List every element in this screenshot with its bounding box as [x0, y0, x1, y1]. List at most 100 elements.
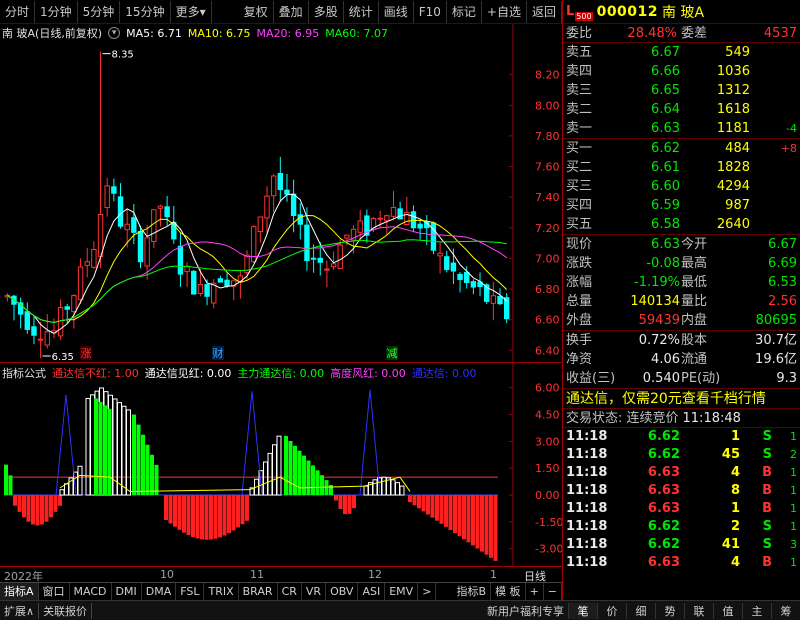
- indicator-tab[interactable]: 模 板: [491, 583, 526, 600]
- tick-view-tab[interactable]: 筹: [771, 602, 800, 619]
- indicator-tab[interactable]: >: [418, 583, 437, 600]
- toolbar-btn-r1[interactable]: 叠加: [274, 0, 309, 23]
- indicator-bar: [453, 495, 457, 534]
- toolbar-btn-r8[interactable]: 返回: [527, 0, 562, 23]
- fund-label: 收益(三): [566, 371, 616, 386]
- asks-row: 卖四 6.66 1036: [563, 62, 800, 81]
- event-marker[interactable]: 减: [387, 347, 398, 360]
- tick-side: S: [762, 447, 772, 462]
- candle-body: [284, 189, 290, 195]
- indicator-tab[interactable]: DMI: [112, 583, 142, 600]
- toolbar-btn-3[interactable]: 15分钟: [120, 0, 171, 23]
- indicator-bar: [195, 495, 200, 539]
- indicator-tab[interactable]: 指标B: [453, 583, 492, 600]
- status-left-btn[interactable]: 扩展∧: [0, 602, 40, 619]
- fund-label: 净资: [566, 352, 593, 367]
- bids-volume: 4294: [716, 179, 750, 194]
- indicator-bar: [363, 485, 369, 496]
- tick-row[interactable]: 11:18 6.62 1 S 1: [563, 428, 800, 446]
- candle-body: [204, 284, 210, 297]
- high-label: 8.35: [112, 50, 134, 61]
- tick-view-tab[interactable]: 势: [655, 602, 684, 619]
- indicator-title[interactable]: 指标公式: [2, 365, 46, 381]
- tick-count: 2: [790, 448, 797, 461]
- promo-banner[interactable]: 通达信，仅需20元查看千档行情: [563, 388, 800, 409]
- tick-view-tab[interactable]: 价: [597, 602, 626, 619]
- status-left-btn[interactable]: 关联报价: [39, 602, 93, 619]
- asks-price: 6.65: [651, 83, 680, 98]
- tick-row[interactable]: 11:18 6.63 1 B 1: [563, 500, 800, 518]
- indicator-tab[interactable]: +: [526, 583, 544, 600]
- toolbar-btn-4[interactable]: 更多▾: [171, 0, 212, 23]
- legend-settings-icon[interactable]: ▾: [108, 27, 121, 39]
- indicator-panel[interactable]: 指标公式 通达信不红: 1.00 通达信见红: 0.00 主力通达信: 0.00 高度风…: [0, 362, 562, 567]
- toolbar-btn-0[interactable]: 分时: [0, 0, 36, 23]
- indicator-svg: 6.00 4.50 3.00 1.50 0.00 -1.50 -3.00: [4, 363, 562, 567]
- event-marker[interactable]: 涨: [81, 347, 92, 360]
- toolbar-btn-2[interactable]: 5分钟: [78, 0, 121, 23]
- toolbar-btn-r5[interactable]: F10: [414, 0, 447, 23]
- indicator-bar: [493, 495, 498, 561]
- legend-ma5: MA5: 6.71: [126, 26, 182, 40]
- main-y-tick-label: 8.20: [535, 69, 560, 82]
- tick-row[interactable]: 11:18 6.62 45 S 2: [563, 446, 800, 464]
- toolbar-btn-r7[interactable]: +自选: [482, 0, 527, 23]
- candle-body: [24, 311, 31, 330]
- event-marker[interactable]: 财: [213, 346, 224, 360]
- candle-body: [324, 268, 330, 271]
- quote-value-2: 80695: [755, 313, 797, 328]
- candle-body: [330, 263, 337, 268]
- indicator-tab[interactable]: BRAR: [239, 583, 278, 600]
- tick-row[interactable]: 11:18 6.63 8 B 1: [563, 482, 800, 500]
- tick-view-tab[interactable]: 笔: [568, 602, 597, 619]
- tick-time: 11:18: [566, 555, 608, 570]
- indicator-tab[interactable]: VR: [302, 583, 327, 600]
- toolbar-btn-r0[interactable]: 复权: [239, 0, 274, 23]
- indicator-tab[interactable]: MACD: [70, 583, 112, 600]
- tick-row[interactable]: 11:18 6.62 41 S 3: [563, 536, 800, 554]
- asks-volume: 549: [725, 45, 750, 60]
- toolbar-btn-1[interactable]: 1分钟: [35, 0, 78, 23]
- quote-label-2: 量比: [681, 294, 708, 309]
- indicator-tab-bar: 指标A 窗口 MACD DMI DMA FSL TRIX BRAR CR VR OBV ASI EMV >…: [0, 582, 562, 600]
- toolbar-btn-r2[interactable]: 多股: [309, 0, 344, 23]
- indicator-tab[interactable]: −: [544, 583, 562, 600]
- indicator-legend-item: 高度风红: 0.00: [330, 367, 406, 380]
- stock-code[interactable]: 000012: [597, 4, 658, 20]
- indicator-tab[interactable]: TRIX: [204, 583, 239, 600]
- tick-count: 1: [790, 466, 797, 479]
- indicator-tab[interactable]: CR: [278, 583, 302, 600]
- indicator-tab[interactable]: 窗口: [39, 583, 70, 600]
- indicator-tab[interactable]: ASI: [358, 583, 386, 600]
- candle-body: [377, 217, 383, 220]
- legend-ma20: MA20: 6.95: [256, 26, 320, 40]
- date-label: 11: [250, 568, 264, 581]
- indicator-bar: [58, 495, 62, 506]
- toolbar-btn-r4[interactable]: 画线: [379, 0, 414, 23]
- tick-list[interactable]: 11:18 6.62 1 S 1 11:18 6.62 45 S 2 11:18 6.63 4 B 1 11:…: [563, 428, 800, 572]
- quote-value-2: 2.56: [768, 294, 797, 309]
- tick-view-tab[interactable]: 值: [713, 602, 742, 619]
- tick-view-tab[interactable]: 细: [626, 602, 655, 619]
- tick-view-tab[interactable]: 联: [684, 602, 713, 619]
- indicator-tab[interactable]: 指标A: [0, 583, 39, 600]
- toolbar-btn-r6[interactable]: 标记: [447, 0, 482, 23]
- tick-row[interactable]: 11:18 6.63 4 B 1: [563, 464, 800, 482]
- indicator-tab[interactable]: DMA: [142, 583, 177, 600]
- indicator-tab[interactable]: OBV: [326, 583, 359, 600]
- tick-row[interactable]: 11:18 6.62 2 S 1: [563, 518, 800, 536]
- indicator-tab[interactable]: EMV: [385, 583, 419, 600]
- candle-body: [437, 252, 443, 257]
- stock-name[interactable]: 南 玻A: [662, 2, 704, 22]
- toolbar-btn-r3[interactable]: 统计: [344, 0, 379, 23]
- indicator-tab[interactable]: FSL: [176, 583, 205, 600]
- candle-body: [97, 214, 104, 257]
- candle-body: [64, 306, 70, 310]
- fund-label-2: 流通: [681, 352, 708, 367]
- tick-row[interactable]: 11:18 6.63 4 B 1: [563, 554, 800, 572]
- tick-time: 11:18: [566, 501, 608, 516]
- candlestick-chart[interactable]: 南 玻A(日线,前复权) ▾ MA5: 6.71 MA10: 6.75 MA20…: [0, 24, 562, 362]
- new-user-promo-link[interactable]: 新用户福利专享: [483, 603, 568, 619]
- tick-side: B: [762, 483, 772, 498]
- tick-view-tab[interactable]: 主: [742, 602, 771, 619]
